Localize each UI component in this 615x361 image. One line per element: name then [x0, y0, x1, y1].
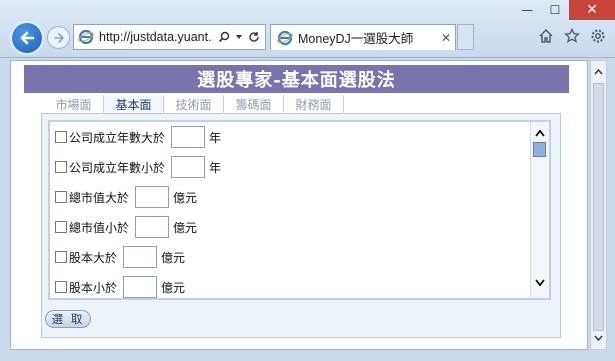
page-scroll-down-icon[interactable]: [591, 329, 606, 347]
criterion-checkbox[interactable]: [55, 221, 67, 233]
criterion-input[interactable]: [135, 186, 170, 208]
criterion-row: 公司成立年數大於 年: [55, 126, 221, 148]
criterion-checkbox[interactable]: [55, 161, 67, 173]
browser-content-frame: 選股專家-基本面選股法 市場面 基本面 技術面 籌碼面 財務面 公司成立年數大於…: [0, 58, 615, 361]
criterion-label: 股本小於: [69, 280, 118, 295]
criterion-input[interactable]: [123, 276, 158, 298]
web-page: 選股專家-基本面選股法 市場面 基本面 技術面 籌碼面 財務面 公司成立年數大於…: [10, 60, 588, 350]
criterion-row: 公司成立年數小於 年: [55, 156, 221, 178]
page-scrollbar[interactable]: [590, 60, 607, 350]
criteria-scrollbar[interactable]: [530, 122, 549, 298]
toolbar-icons: [537, 27, 607, 45]
address-text[interactable]: http://justdata.yuant...: [99, 30, 213, 44]
criterion-checkbox[interactable]: [55, 251, 67, 263]
ie-logo-icon: [78, 29, 94, 45]
browser-chrome: — ☐ ✕ http://justdata.yuant... MoneyDJ一選…: [0, 0, 615, 58]
criterion-input[interactable]: [135, 216, 170, 238]
scroll-down-icon[interactable]: [531, 274, 549, 292]
criterion-label: 總市值小於: [69, 220, 130, 235]
tab-fundamental[interactable]: 基本面: [104, 95, 164, 113]
tab-technical[interactable]: 技術面: [164, 95, 224, 113]
page-scrollbar-thumb[interactable]: [593, 83, 604, 331]
scroll-up-icon[interactable]: [531, 124, 549, 142]
favorites-icon[interactable]: [563, 27, 581, 45]
close-tab-icon[interactable]: ✕: [437, 31, 455, 45]
criterion-input[interactable]: [123, 246, 158, 268]
criterion-unit: 億元: [173, 190, 198, 205]
criterion-checkbox[interactable]: [55, 191, 67, 203]
window-controls: — ☐ ✕: [513, 0, 615, 20]
settings-icon[interactable]: [589, 27, 607, 45]
criterion-unit: 年: [209, 130, 222, 145]
criterion-unit: 億元: [161, 280, 186, 295]
tab-title: MoneyDJ一選股大師: [298, 32, 414, 46]
search-icon[interactable]: [218, 31, 230, 43]
criterion-label: 總市值大於: [69, 190, 130, 205]
arrow-right-icon: [53, 32, 64, 43]
new-tab-button[interactable]: [457, 24, 474, 50]
dropdown-icon[interactable]: [235, 33, 243, 41]
criterion-unit: 億元: [161, 250, 186, 265]
criterion-unit: 年: [209, 160, 222, 175]
criterion-row: 股本大於 億元: [55, 246, 185, 268]
scrollbar-thumb[interactable]: [533, 142, 546, 157]
close-window-button[interactable]: ✕: [569, 0, 615, 20]
criterion-checkbox[interactable]: [55, 281, 67, 293]
back-button[interactable]: [10, 21, 44, 55]
refresh-icon[interactable]: [248, 31, 260, 43]
select-button[interactable]: 選 取: [45, 310, 91, 328]
home-icon[interactable]: [537, 27, 555, 45]
maximize-button[interactable]: ☐: [541, 0, 569, 20]
criterion-row: 總市值大於 億元: [55, 186, 197, 208]
criterion-input[interactable]: [171, 156, 206, 178]
ie-logo-icon: [277, 30, 293, 45]
tab-chips[interactable]: 籌碼面: [224, 95, 284, 113]
tab-market[interactable]: 市場面: [44, 95, 104, 113]
page-scroll-up-icon[interactable]: [591, 63, 606, 81]
criterion-row: 股本小於 億元: [55, 276, 185, 298]
criterion-input[interactable]: [171, 126, 206, 148]
tab-financial[interactable]: 財務面: [284, 95, 344, 113]
page-title: 選股專家-基本面選股法: [24, 65, 569, 93]
forward-button[interactable]: [47, 26, 70, 49]
arrow-left-icon: [20, 31, 35, 45]
criterion-label: 公司成立年數小於: [69, 160, 166, 175]
criteria-panel: 公司成立年數大於 年 公司成立年數小於 年 總市值大於 億元 總市值小於 億元 …: [41, 113, 561, 338]
category-tabs: 市場面 基本面 技術面 籌碼面 財務面: [44, 95, 344, 113]
criterion-label: 股本大於: [69, 250, 118, 265]
criterion-row: 總市值小於 億元: [55, 216, 197, 238]
criterion-label: 公司成立年數大於: [69, 130, 166, 145]
address-bar[interactable]: http://justdata.yuant...: [73, 24, 266, 50]
criterion-unit: 億元: [173, 220, 198, 235]
criteria-list: 公司成立年數大於 年 公司成立年數小於 年 總市值大於 億元 總市值小於 億元 …: [48, 120, 551, 300]
minimize-button[interactable]: —: [513, 0, 541, 20]
criterion-checkbox[interactable]: [55, 131, 67, 143]
browser-tab[interactable]: MoneyDJ一選股大師 ✕: [270, 24, 456, 50]
